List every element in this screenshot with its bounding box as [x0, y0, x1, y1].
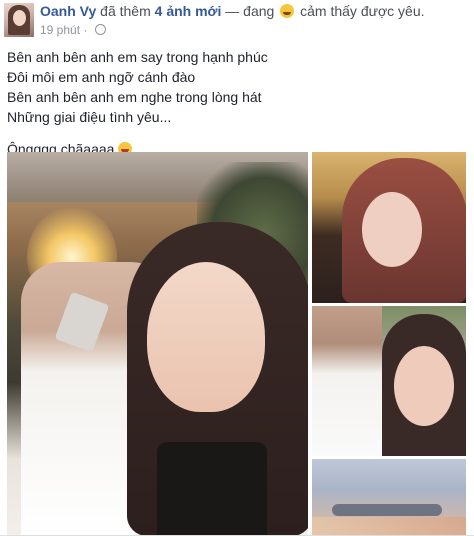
photo-bottom-right[interactable]	[312, 459, 466, 536]
photo-bot-sunset	[312, 517, 466, 536]
feeling-emoji-icon	[280, 4, 295, 18]
photo-mid-man	[312, 306, 382, 456]
globe-icon[interactable]	[94, 24, 106, 35]
feeling-text: cảm thấy được yêu.	[300, 3, 425, 19]
facebook-post-card: Oanh Vy đã thêm 4 ảnh mới — đang cảm thấ…	[0, 0, 474, 536]
author-avatar[interactable]	[4, 3, 34, 37]
author-name[interactable]: Oanh Vy	[40, 3, 96, 19]
post-line-3: Bên anh bên anh em nghe trong lòng hát	[7, 89, 262, 105]
timestamp[interactable]: 19 phút ·	[40, 23, 87, 37]
post-header: Oanh Vy đã thêm 4 ảnh mới — đang cảm thấ…	[0, 0, 474, 42]
photo-mid-face	[394, 346, 454, 426]
avatar-face	[13, 10, 26, 26]
post-text: Bên anh bên anh em say trong hạnh phúc Đ…	[7, 47, 268, 159]
photo-middle-right[interactable]	[312, 306, 466, 456]
photo-bot-cloud	[332, 504, 442, 516]
post-meta-line: 19 phút ·	[40, 23, 106, 37]
feeling-prefix: — đang	[225, 3, 275, 19]
action-prefix: đã thêm	[100, 3, 151, 19]
post-header-line: Oanh Vy đã thêm 4 ảnh mới — đang cảm thấ…	[40, 3, 425, 19]
photo-top-right[interactable]	[312, 152, 466, 303]
photo-main-dress	[157, 442, 267, 536]
photo-count-link[interactable]: 4 ảnh mới	[155, 3, 222, 19]
post-line-2: Đôi môi em anh ngỡ cánh đào	[7, 69, 196, 85]
post-line-1: Bên anh bên anh em say trong hạnh phúc	[7, 49, 268, 65]
post-line-4: Những giai điệu tình yêu...	[7, 109, 172, 125]
photo-main[interactable]	[7, 152, 308, 536]
photo-top-face	[362, 192, 422, 267]
photo-main-face	[147, 262, 265, 412]
